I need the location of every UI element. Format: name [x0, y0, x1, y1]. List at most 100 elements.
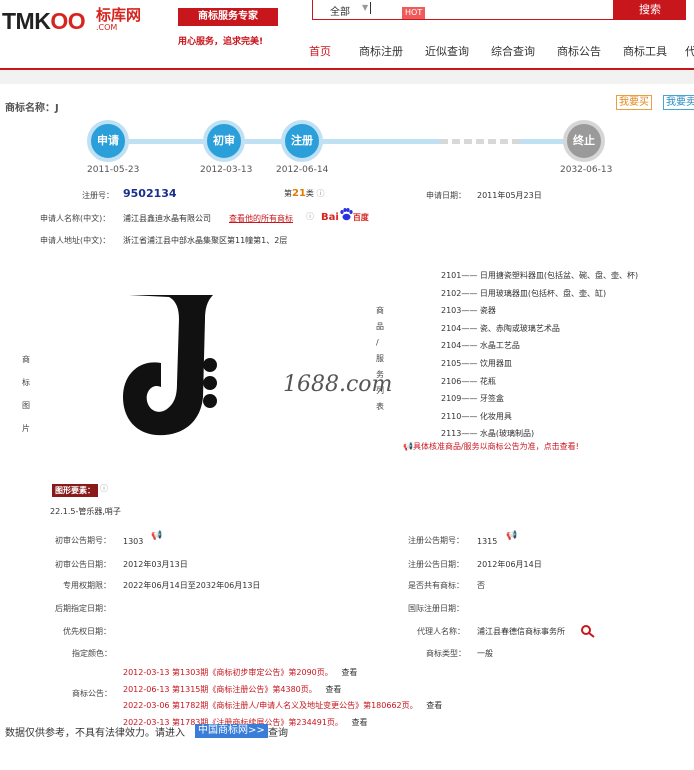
- search-input[interactable]: [312, 0, 614, 20]
- chevron-down-icon[interactable]: ▼: [362, 3, 368, 12]
- view-link[interactable]: 查看: [341, 668, 357, 677]
- intl-date-label: 国际注册日期：: [408, 604, 464, 613]
- goods-item: 2109—— 牙签盒: [441, 394, 504, 404]
- search-button[interactable]: 搜索: [614, 0, 686, 20]
- hot-badge: HOT: [402, 7, 426, 19]
- view-all-trademarks-link[interactable]: 查看他的所有商标: [229, 213, 293, 224]
- apply-date-label: 申请日期：: [426, 191, 466, 200]
- announcement-link[interactable]: 2012-03-13 第1303期《商标初步审定公告》第2090页。: [123, 668, 333, 677]
- goods-label-char: 品: [376, 322, 384, 331]
- goods-label-char: 列: [376, 386, 384, 395]
- nav-home[interactable]: 首页: [309, 43, 331, 59]
- class-number: 21: [292, 188, 306, 199]
- goods-code: 2113: [441, 429, 462, 439]
- announcement-list: 2012-03-13 第1303期《商标初步审定公告》第2090页。 查看 20…: [123, 665, 442, 731]
- baidu-link[interactable]: Bai 百度: [321, 208, 369, 223]
- reg-ann-date-value: 2012年06月14日: [477, 560, 542, 569]
- goods-code: 2104: [441, 323, 462, 333]
- goods-list: 2101—— 日用搪瓷塑料器皿(包括盆、碗、盘、壶、杯) 2102—— 日用玻璃…: [441, 267, 638, 443]
- nav-similar-search[interactable]: 近似查询: [425, 43, 469, 59]
- disclaimer-tail: 查询: [268, 728, 288, 739]
- goods-name: 水晶(玻璃制品): [479, 429, 535, 439]
- nav-combined-search[interactable]: 综合查询: [491, 43, 535, 59]
- shared-value: 否: [477, 581, 485, 590]
- announcement-item: 2022-03-06 第1782期《商标注册人/申请人名义及地址变更公告》第18…: [123, 698, 442, 715]
- goods-name: 日用玻璃器皿(包括杯、盘、壶、缸): [479, 288, 607, 298]
- announce-label: 商标公告：: [72, 689, 112, 698]
- side-label-char: 商: [22, 355, 30, 364]
- address-value: 浙江省浦江县中部水晶集聚区第11幢第1、2层: [123, 236, 288, 245]
- goods-name: 瓷器: [479, 306, 496, 316]
- announcement-link[interactable]: 2022-03-06 第1782期《商标注册人/申请人名义及地址变更公告》第18…: [123, 701, 418, 710]
- side-label-char: 片: [22, 424, 30, 433]
- reg-no-label: 注册号：: [82, 191, 114, 200]
- help-icon[interactable]: ⓘ: [316, 189, 324, 198]
- figure-elements-badge: 图形要素：: [52, 484, 98, 497]
- goods-item: 2106—— 花瓶: [441, 376, 496, 386]
- megaphone-icon: 📢: [403, 442, 413, 451]
- view-link[interactable]: 查看: [325, 685, 341, 694]
- timeline-step-apply: 申请: [87, 120, 129, 162]
- goods-code: 2106: [441, 376, 462, 386]
- sell-button[interactable]: 我要卖: [663, 95, 694, 110]
- goods-name: 瓷、赤陶或玻璃艺术品: [479, 323, 560, 333]
- class-suffix: 类: [305, 189, 314, 198]
- logo-prefix: TMK: [2, 8, 51, 34]
- search-scope-select[interactable]: 全部: [330, 3, 350, 18]
- prelim-no-label: 初审公告期号：: [55, 536, 111, 545]
- goods-label-char: 商: [376, 306, 384, 315]
- reg-ann-date-label: 注册公告日期：: [408, 560, 464, 569]
- goods-name: 日用搪瓷塑料器皿(包括盆、碗、盘、壶、杯): [479, 271, 639, 280]
- goods-note-text: 具体核准商品/服务以商标公告为准，点击查看!: [412, 442, 579, 451]
- exclusive-value: 2022年06月14日至2032年06月13日: [123, 581, 261, 590]
- timeline-step-end: 终止: [563, 120, 605, 162]
- cn-trademark-link[interactable]: 中国商标网>>: [195, 724, 268, 738]
- announcement-link[interactable]: 2012-06-13 第1315期《商标注册公告》第4380页。: [123, 685, 317, 694]
- goods-name: 牙签盒: [479, 394, 504, 404]
- nav-tools[interactable]: 商标工具: [623, 43, 667, 59]
- nav-register[interactable]: 商标注册: [359, 43, 403, 59]
- view-link[interactable]: 查看: [426, 701, 442, 710]
- goods-item: 2102—— 日用玻璃器皿(包括杯、盘、壶、缸): [441, 288, 607, 298]
- nav-more[interactable]: 代: [685, 43, 694, 59]
- help-icon[interactable]: ⓘ: [306, 211, 314, 222]
- goods-label-char: 服: [376, 354, 384, 363]
- prelim-date-value: 2012年03月13日: [123, 560, 188, 569]
- goods-item: 2104—— 水晶工艺品: [441, 341, 520, 351]
- trademark-image: [123, 295, 217, 436]
- disclaimer-text: 数据仅供参考，不具有法律效力。请进入: [5, 728, 185, 739]
- megaphone-icon[interactable]: 📢: [151, 531, 162, 541]
- megaphone-icon[interactable]: 📢: [506, 531, 517, 541]
- reg-no-value: 9502134: [123, 187, 177, 200]
- goods-code: 2109: [441, 394, 462, 404]
- buy-button[interactable]: 我要买: [616, 95, 652, 110]
- timeline-gap: [440, 139, 520, 144]
- site-logo[interactable]: TMKOO: [2, 8, 86, 35]
- address-label: 申请人地址(中文)：: [40, 236, 111, 245]
- goods-label-char: 表: [376, 402, 384, 411]
- nav-announcements[interactable]: 商标公告: [557, 43, 601, 59]
- search-icon[interactable]: [580, 624, 596, 638]
- logo-com: .COM: [96, 23, 118, 32]
- priority-date-label: 优先权日期：: [63, 627, 111, 636]
- agent-value: 浦江县春德信商标事务所: [477, 627, 565, 636]
- goods-name: 水晶工艺品: [479, 341, 520, 351]
- timeline-step-register: 注册: [281, 120, 323, 162]
- goods-name: 花瓶: [479, 376, 496, 386]
- figure-code: 22.1.5-管乐器,哨子: [50, 507, 121, 516]
- announcement-item: 2012-06-13 第1315期《商标注册公告》第4380页。 查看: [123, 682, 442, 699]
- trademark-name: 商标名称：J: [5, 103, 59, 114]
- timeline-date-end: 2032-06-13: [560, 165, 613, 175]
- help-icon[interactable]: ⓘ: [100, 483, 108, 494]
- goods-label-char: 务: [376, 370, 384, 379]
- timeline-date-apply: 2011-05-23: [87, 165, 140, 175]
- type-label: 商标类型：: [426, 649, 466, 658]
- goods-note-link[interactable]: 📢具体核准商品/服务以商标公告为准，点击查看!: [403, 441, 579, 452]
- goods-code: 2102: [441, 288, 462, 298]
- slogan-subtitle: 用心服务，追求完美!: [178, 37, 264, 47]
- announcement-item: 2012-03-13 第1303期《商标初步审定公告》第2090页。 查看: [123, 665, 442, 682]
- goods-code: 2105: [441, 358, 462, 368]
- reg-ann-no-value: 1315: [477, 537, 498, 546]
- view-link[interactable]: 查看: [352, 718, 368, 727]
- timeline-step-prelim: 初审: [203, 120, 245, 162]
